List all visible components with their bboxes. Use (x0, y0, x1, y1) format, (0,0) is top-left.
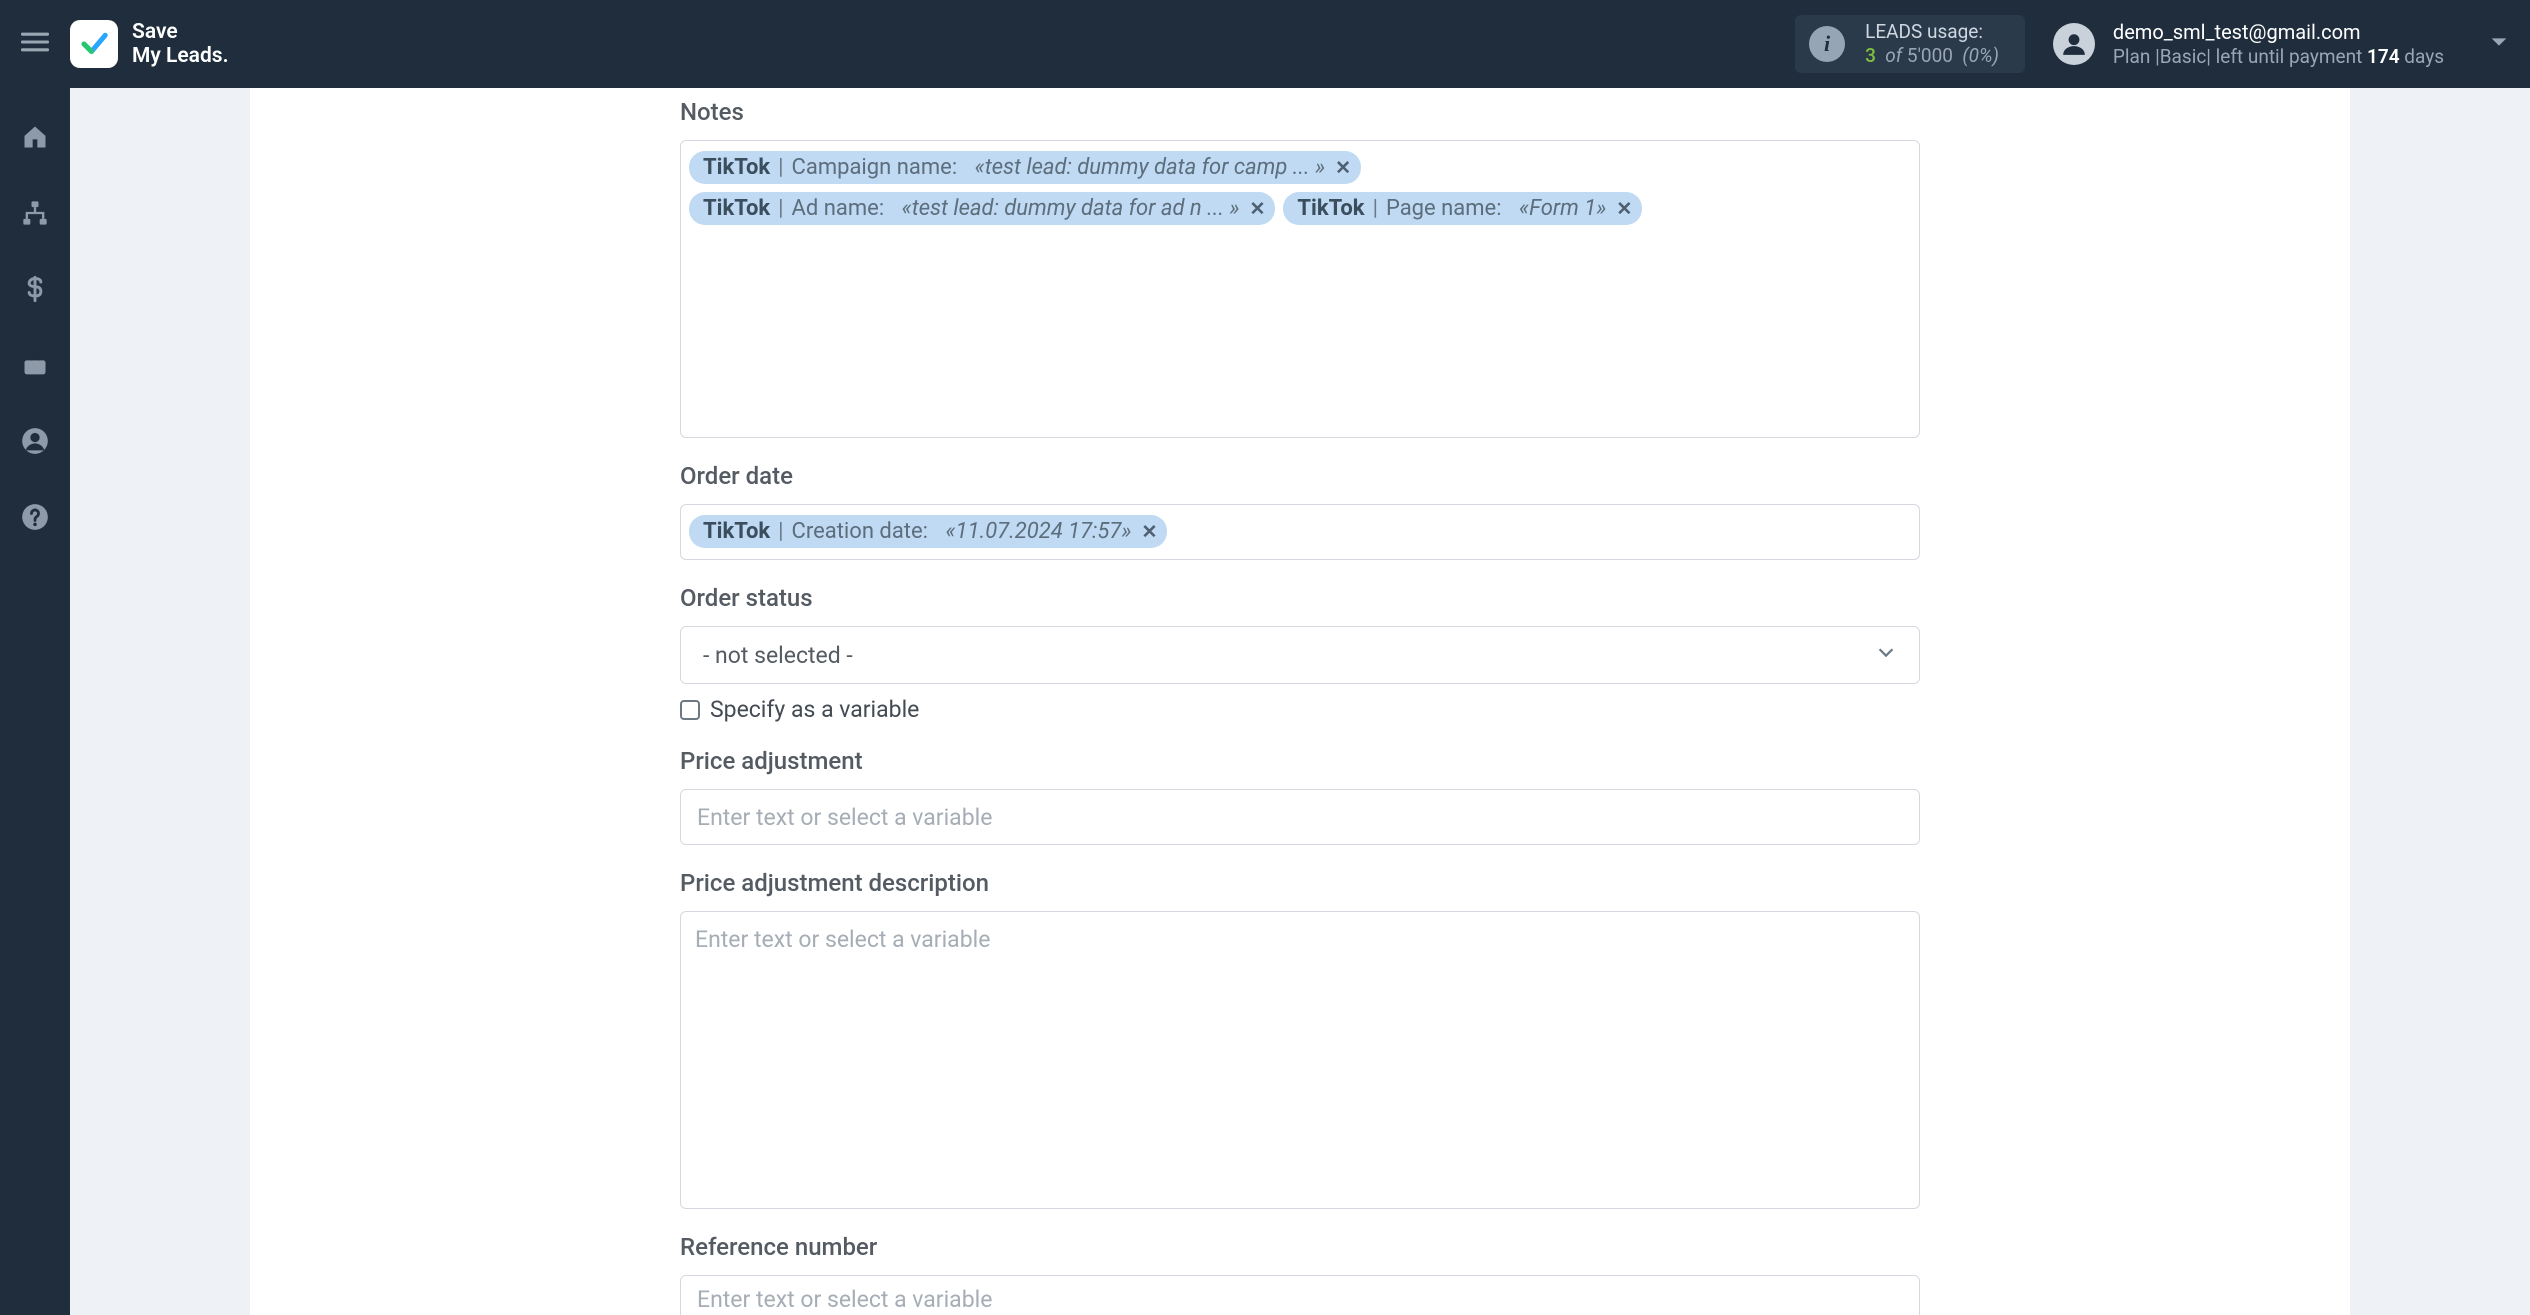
usage-total: 5'000 (1907, 44, 1953, 67)
label-price-adjustment-description: Price adjustment description (680, 869, 1920, 897)
user-email: demo_sml_test@gmail.com (2113, 19, 2444, 45)
checkbox-specify-variable-label: Specify as a variable (710, 696, 919, 723)
chip-source: TikTok (703, 196, 770, 221)
usage-title: LEADS usage: (1865, 20, 1999, 44)
chip-remove-button[interactable]: ✕ (1142, 520, 1158, 543)
chip-remove-button[interactable]: ✕ (1249, 197, 1265, 220)
top-bar: Save My Leads. i LEADS usage: 3 of 5'000… (0, 0, 2530, 88)
chip-source: TikTok (703, 155, 770, 180)
field-order-date: Order date TikTok | Creation date: «11.0… (680, 462, 1920, 560)
chip-source: TikTok (1297, 196, 1364, 221)
info-icon: i (1809, 26, 1845, 62)
plan-name: Basic (2160, 45, 2207, 68)
brand-line1: Save (132, 20, 229, 44)
chip-value: «test lead: dummy data for camp ... » (975, 155, 1326, 180)
select-order-status-value: - not selected - (703, 642, 853, 669)
usage-used: 3 (1865, 44, 1876, 67)
select-order-status[interactable]: - not selected - (680, 626, 1920, 684)
chip-remove-button[interactable]: ✕ (1335, 156, 1351, 179)
chip-label: Creation date: (792, 519, 928, 544)
usage-pct: (0%) (1962, 44, 1999, 67)
user-menu-caret[interactable] (2488, 31, 2510, 57)
user-menu[interactable]: demo_sml_test@gmail.com Plan |Basic| lef… (2053, 19, 2510, 70)
avatar-icon (2053, 23, 2095, 65)
chip-notes-0[interactable]: TikTok | Campaign name: «test lead: dumm… (689, 151, 1361, 184)
user-circle-icon (21, 427, 49, 459)
hamburger-icon (21, 28, 49, 60)
usage-text: LEADS usage: 3 of 5'000 (0%) (1865, 20, 1999, 68)
home-icon (21, 123, 49, 155)
nav-connections[interactable] (14, 194, 56, 236)
label-order-date: Order date (680, 462, 1920, 490)
chip-label: Ad name: (792, 196, 885, 221)
field-reference-number: Reference number Enter text or select a … (680, 1233, 1920, 1315)
chip-source: TikTok (703, 519, 770, 544)
label-reference-number: Reference number (680, 1233, 1920, 1261)
usage-of-word: of (1885, 44, 1902, 67)
field-price-adjustment: Price adjustment Enter text or select a … (680, 747, 1920, 845)
sitemap-icon (21, 199, 49, 231)
label-order-status: Order status (680, 584, 1920, 612)
plan-mid: | left until payment (2206, 45, 2367, 68)
briefcase-icon (21, 351, 49, 383)
chip-value: «11.07.2024 17:57» (945, 519, 1131, 544)
checkbox-specify-variable-row: Specify as a variable (680, 696, 1920, 723)
question-circle-icon (21, 503, 49, 535)
checkbox-specify-variable[interactable] (680, 700, 700, 720)
chip-order-date[interactable]: TikTok | Creation date: «11.07.2024 17:5… (689, 515, 1167, 548)
chip-notes-2[interactable]: TikTok | Page name: «Form 1» ✕ (1283, 192, 1642, 225)
chip-value: «test lead: dummy data for ad n ... » (902, 196, 1240, 221)
logo-icon (70, 20, 118, 68)
leads-usage-badge[interactable]: i LEADS usage: 3 of 5'000 (0%) (1795, 15, 2025, 73)
input-order-date[interactable]: TikTok | Creation date: «11.07.2024 17:5… (680, 504, 1920, 560)
chip-label: Page name: (1386, 196, 1502, 221)
chip-remove-button[interactable]: ✕ (1616, 197, 1632, 220)
label-notes: Notes (680, 98, 1920, 126)
chevron-down-icon (1875, 641, 1897, 669)
plan-days-num: 174 (2367, 45, 2400, 68)
nav-briefcase[interactable] (14, 346, 56, 388)
field-notes: Notes TikTok | Campaign name: «test lead… (680, 98, 1920, 438)
brand-name: Save My Leads. (132, 20, 229, 68)
input-notes[interactable]: TikTok | Campaign name: «test lead: dumm… (680, 140, 1920, 438)
brand-line2: My Leads. (132, 44, 229, 68)
user-text: demo_sml_test@gmail.com Plan |Basic| lef… (2113, 19, 2444, 70)
placeholder-reference-number: Enter text or select a variable (697, 1286, 992, 1313)
viewport[interactable]: Notes TikTok | Campaign name: «test lead… (70, 88, 2530, 1315)
placeholder-price-adjustment-description: Enter text or select a variable (689, 922, 996, 957)
dollar-icon (21, 275, 49, 307)
field-price-adjustment-description: Price adjustment description Enter text … (680, 869, 1920, 1209)
chip-label: Campaign name: (792, 155, 958, 180)
plan-prefix: Plan | (2113, 45, 2160, 68)
chip-value: «Form 1» (1519, 196, 1606, 221)
label-price-adjustment: Price adjustment (680, 747, 1920, 775)
field-order-status: Order status - not selected - Specify as… (680, 584, 1920, 723)
nav-help[interactable] (14, 498, 56, 540)
menu-toggle-button[interactable] (0, 0, 70, 88)
input-price-adjustment[interactable]: Enter text or select a variable (680, 789, 1920, 845)
side-rail (0, 88, 70, 1315)
nav-billing[interactable] (14, 270, 56, 312)
plan-days-suffix: days (2400, 45, 2444, 68)
form-sheet: Notes TikTok | Campaign name: «test lead… (250, 88, 2350, 1315)
brand[interactable]: Save My Leads. (70, 20, 229, 68)
chip-notes-1[interactable]: TikTok | Ad name: «test lead: dummy data… (689, 192, 1275, 225)
chevron-down-icon (2488, 38, 2510, 57)
placeholder-price-adjustment: Enter text or select a variable (697, 804, 992, 831)
input-reference-number[interactable]: Enter text or select a variable (680, 1275, 1920, 1315)
input-price-adjustment-description[interactable]: Enter text or select a variable (680, 911, 1920, 1209)
nav-account[interactable] (14, 422, 56, 464)
nav-home[interactable] (14, 118, 56, 160)
